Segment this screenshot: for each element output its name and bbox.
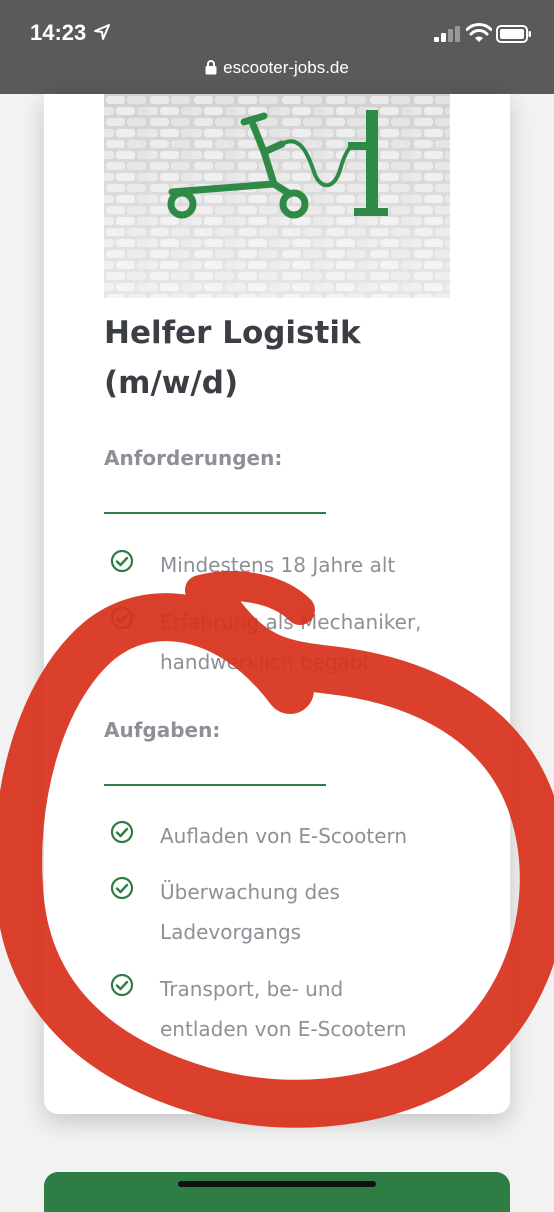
check-circle-icon bbox=[110, 820, 134, 844]
requirement-text-line: handwerklich begabt bbox=[160, 650, 371, 674]
job-card: Helfer Logistik (m/w/d) Anforderungen: M… bbox=[44, 94, 510, 1114]
browser-status-bar: 14:23 escooter-jobs.de bbox=[0, 0, 554, 94]
hero-image bbox=[104, 94, 450, 298]
check-circle-icon bbox=[110, 549, 134, 573]
task-text-line: entladen von E-Scootern bbox=[160, 1017, 407, 1041]
clock: 14:23 bbox=[30, 20, 87, 45]
url-text: escooter-jobs.de bbox=[223, 58, 349, 77]
location-arrow-icon bbox=[94, 24, 110, 40]
job-title: Helfer Logistik (m/w/d) bbox=[104, 308, 484, 408]
lock-icon bbox=[205, 60, 217, 75]
task-text-line: Ladevorgangs bbox=[160, 920, 302, 944]
check-circle-icon bbox=[110, 876, 134, 900]
tasks-heading: Aufgaben: bbox=[104, 718, 221, 742]
home-indicator[interactable] bbox=[178, 1181, 376, 1187]
requirement-text-line: Erfahrung als Mechaniker, bbox=[160, 610, 422, 634]
job-title-line-1: Helfer Logistik bbox=[104, 315, 361, 351]
task-text-line: Aufladen von E-Scootern bbox=[160, 824, 408, 848]
task-text-line: Transport, be- und bbox=[160, 977, 344, 1001]
requirements-heading: Anforderungen: bbox=[104, 446, 283, 470]
next-job-card[interactable] bbox=[44, 1172, 510, 1212]
requirements-underline bbox=[104, 512, 326, 514]
check-circle-icon bbox=[110, 973, 134, 997]
job-title-line-2: (m/w/d) bbox=[104, 365, 239, 401]
task-text-line: Überwachung des bbox=[160, 880, 340, 904]
wifi-icon bbox=[466, 23, 492, 42]
check-circle-icon bbox=[110, 606, 134, 630]
signal-icon bbox=[434, 26, 460, 42]
scooter-charging-illustration bbox=[104, 94, 450, 298]
tasks-underline bbox=[104, 784, 326, 786]
requirement-text-line: Mindestens 18 Jahre alt bbox=[160, 553, 396, 577]
address-bar-url[interactable]: escooter-jobs.de bbox=[0, 58, 554, 78]
battery-icon bbox=[496, 25, 531, 43]
